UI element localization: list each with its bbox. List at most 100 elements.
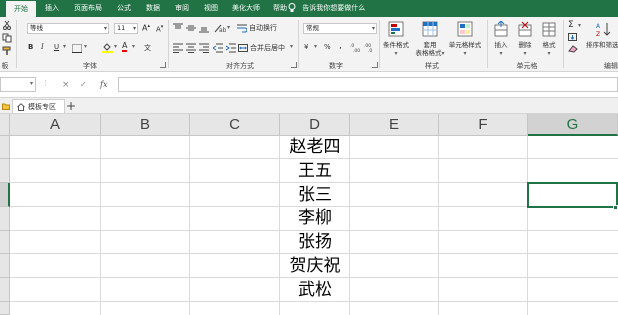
- tell-me-search[interactable]: 告诉我你想要做什么: [288, 0, 365, 17]
- row-header[interactable]: [0, 136, 10, 159]
- select-all-corner[interactable]: [0, 114, 10, 136]
- tab-data[interactable]: 数据: [141, 0, 165, 17]
- enter-button[interactable]: ✓: [80, 80, 87, 89]
- orientation-icon[interactable]: ab: [214, 23, 226, 33]
- fill-handle[interactable]: [613, 205, 618, 210]
- cell-d-value[interactable]: 武松: [280, 279, 350, 302]
- autosum-button[interactable]: Σ: [568, 20, 574, 30]
- chevron-down-icon[interactable]: ▾: [314, 43, 317, 50]
- cell-d-value[interactable]: 张扬: [280, 231, 350, 254]
- alignment-dialog-launcher[interactable]: [291, 62, 297, 68]
- cancel-button[interactable]: ×: [62, 80, 70, 90]
- grow-font-button[interactable]: A▴: [142, 23, 150, 33]
- format-painter-icon[interactable]: [2, 46, 12, 56]
- fill-color-icon[interactable]: [102, 42, 113, 53]
- table-format-icon[interactable]: [422, 21, 438, 37]
- phonetic-button[interactable]: 文: [144, 43, 151, 53]
- insert-function-button[interactable]: fx: [100, 80, 107, 89]
- tab-page-layout[interactable]: 页面布局: [70, 0, 106, 17]
- column-header-d[interactable]: D: [280, 114, 350, 136]
- borders-icon[interactable]: [72, 44, 82, 53]
- insert-cells-icon[interactable]: [494, 21, 508, 37]
- row-header[interactable]: [0, 159, 10, 183]
- cut-icon[interactable]: [2, 20, 12, 30]
- chevron-down-icon[interactable]: ▾: [578, 22, 581, 29]
- align-right-icon[interactable]: [199, 43, 209, 53]
- column-header-c[interactable]: C: [190, 114, 280, 136]
- cell-d-value[interactable]: 张三: [280, 184, 350, 207]
- row-header[interactable]: [0, 278, 10, 302]
- tab-formulas[interactable]: 公式: [112, 0, 136, 17]
- bold-button[interactable]: B: [28, 43, 33, 51]
- cell-d-value[interactable]: 李柳: [280, 207, 350, 230]
- number-dialog-launcher[interactable]: [372, 62, 378, 68]
- row-header[interactable]: [0, 231, 10, 254]
- chevron-down-icon[interactable]: ▾: [290, 43, 293, 50]
- conditional-format-button[interactable]: 条件格式 ▾: [380, 41, 412, 58]
- tab-insert[interactable]: 插入: [40, 0, 64, 17]
- wrap-text-icon[interactable]: [237, 23, 247, 33]
- tab-view[interactable]: 视图: [199, 0, 223, 17]
- column-header-f[interactable]: F: [439, 114, 528, 136]
- align-top-icon[interactable]: [173, 23, 183, 33]
- delete-button[interactable]: 删除 ▾: [514, 41, 536, 58]
- tab-review[interactable]: 审阅: [170, 0, 194, 17]
- cell-styles-button[interactable]: 单元格样式 ▾: [446, 41, 484, 58]
- italic-button[interactable]: I: [41, 43, 44, 51]
- font-name-select[interactable]: 等线 ▾: [27, 23, 109, 34]
- chevron-down-icon[interactable]: ▾: [227, 24, 230, 31]
- add-tab-button[interactable]: +: [66, 98, 76, 114]
- currency-format-button[interactable]: ¥: [304, 43, 308, 51]
- column-header-b[interactable]: B: [101, 114, 190, 136]
- document-tab[interactable]: 模板专区: [12, 99, 65, 113]
- row-header[interactable]: [0, 207, 10, 231]
- active-cell[interactable]: [527, 182, 618, 208]
- font-color-button[interactable]: A: [122, 41, 128, 52]
- cell-d-value[interactable]: 王五: [280, 160, 350, 183]
- shrink-font-button[interactable]: A▾: [156, 24, 163, 33]
- insert-button[interactable]: 插入 ▾: [490, 41, 512, 58]
- chevron-down-icon[interactable]: ▾: [63, 43, 66, 50]
- tab-beautify-master[interactable]: 美化大师: [228, 0, 264, 17]
- merge-center-icon[interactable]: [238, 43, 248, 53]
- underline-button[interactable]: U: [54, 43, 59, 51]
- delete-cells-icon[interactable]: [518, 21, 532, 37]
- table-format-button[interactable]: 套用 表格格式▾: [412, 41, 448, 58]
- format-button[interactable]: 格式 ▾: [538, 41, 560, 58]
- sort-filter-button[interactable]: 排序和筛选: [586, 41, 618, 49]
- name-box[interactable]: ▾: [0, 77, 36, 92]
- tab-home[interactable]: 开始: [6, 0, 36, 17]
- formula-input[interactable]: [118, 77, 618, 92]
- font-dialog-launcher[interactable]: [160, 62, 166, 68]
- chevron-down-icon[interactable]: ▾: [114, 43, 117, 50]
- format-cells-icon[interactable]: [542, 21, 556, 37]
- increase-indent-icon[interactable]: [226, 43, 236, 53]
- comma-style-button[interactable]: ,: [339, 41, 342, 51]
- row-header[interactable]: [0, 254, 10, 278]
- column-header-e[interactable]: E: [350, 114, 439, 136]
- font-size-select[interactable]: 11 ▾: [114, 23, 138, 34]
- align-left-icon[interactable]: [173, 43, 183, 53]
- column-header-a[interactable]: A: [10, 114, 101, 136]
- decrease-decimal-icon[interactable]: .00.0: [364, 42, 376, 52]
- align-center-icon[interactable]: [186, 43, 196, 53]
- row-header[interactable]: [0, 302, 10, 315]
- percent-style-button[interactable]: %: [324, 43, 331, 51]
- align-bottom-icon[interactable]: [199, 23, 209, 33]
- cell-styles-icon[interactable]: [457, 21, 473, 37]
- chevron-down-icon[interactable]: ▾: [84, 43, 87, 50]
- cell-d-value[interactable]: 贺庆祝: [280, 255, 350, 278]
- merge-center-button[interactable]: 合并后居中: [250, 43, 285, 53]
- decrease-indent-icon[interactable]: [213, 43, 223, 53]
- clear-icon[interactable]: [568, 45, 578, 53]
- chevron-down-icon[interactable]: ▾: [132, 43, 135, 50]
- copy-icon[interactable]: [2, 33, 12, 43]
- sort-filter-icon[interactable]: AZ: [596, 21, 612, 37]
- number-format-select[interactable]: 常规 ▾: [303, 23, 377, 34]
- cell-d-value[interactable]: 赵老四: [280, 136, 350, 159]
- increase-decimal-icon[interactable]: .0.00: [350, 42, 362, 52]
- column-header-g[interactable]: G: [528, 114, 618, 136]
- conditional-format-icon[interactable]: [388, 21, 404, 37]
- row-header[interactable]: [0, 183, 10, 207]
- align-middle-icon[interactable]: [186, 23, 196, 33]
